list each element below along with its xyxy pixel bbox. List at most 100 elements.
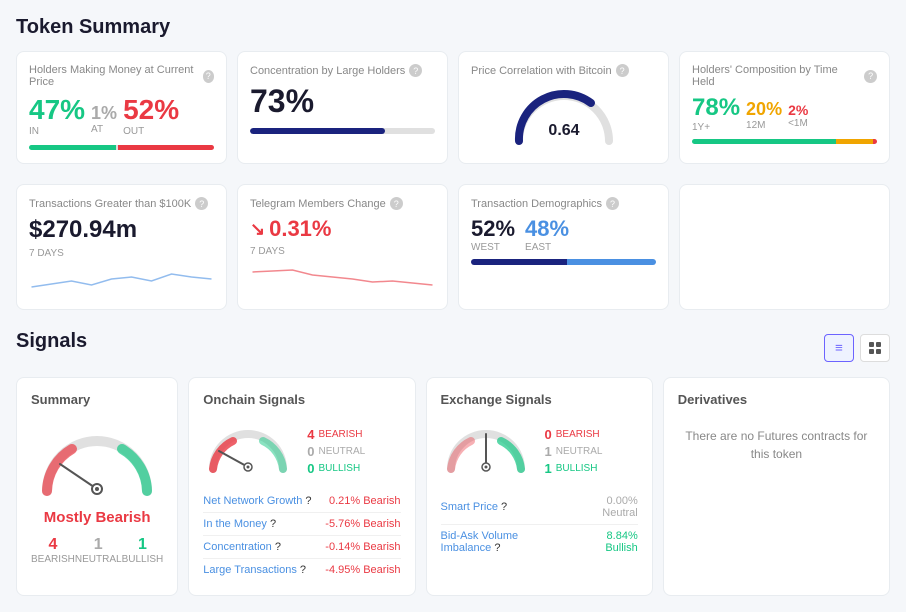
onchain-bullish-row: 0 BULLISH — [307, 461, 365, 476]
telegram-title: Telegram Members Change ? — [250, 197, 435, 210]
demo-west-pct: 52% — [471, 216, 515, 241]
holders-money-help-icon[interactable]: ? — [203, 70, 214, 83]
holders-out-pct: 52% — [123, 94, 179, 125]
exchange-table-row: Smart Price ? 0.00% Neutral — [441, 490, 638, 525]
summary-neutral-count: 1 NEUTRAL — [75, 536, 122, 565]
correlation-card: Price Correlation with Bitcoin ? 0.64 — [458, 51, 669, 164]
concentration-fill — [250, 128, 385, 134]
exchange-gauge-row: 0 BEARISH 1 NEUTRAL 1 BULLISH — [441, 419, 638, 476]
demographics-help-icon[interactable]: ? — [606, 197, 619, 210]
concentration-bar — [250, 128, 435, 134]
holders-at-block: 1% AT — [91, 103, 117, 135]
comp-12m-block: 20% 12M — [746, 99, 782, 131]
signals-controls: ≡ — [824, 334, 890, 362]
summary-bearish-count: 4 BEARISH — [31, 536, 75, 565]
list-view-button[interactable]: ≡ — [824, 334, 854, 362]
transactions-chart — [29, 259, 214, 294]
list-view-icon: ≡ — [835, 340, 843, 355]
demo-east-pct: 48% — [525, 216, 569, 241]
exchange-gauge-svg — [441, 419, 531, 474]
holders-in-pct: 47% — [29, 94, 85, 125]
demo-bar-west — [471, 259, 567, 265]
demo-west-label: WEST — [471, 242, 515, 253]
onchain-signal-title: Onchain Signals — [203, 392, 400, 407]
composition-help-icon[interactable]: ? — [864, 70, 877, 83]
demographics-bar — [471, 259, 656, 265]
token-summary-top-grid: Holders Making Money at Current Price ? … — [16, 51, 890, 164]
composition-bar — [692, 139, 877, 144]
correlation-help-icon[interactable]: ? — [616, 64, 629, 77]
onchain-table-row: Net Network Growth ? 0.21% Bearish — [203, 490, 400, 513]
comp-12m-pct: 20% — [746, 99, 782, 119]
summary-counts: 4 BEARISH 1 NEUTRAL 1 BULLISH — [31, 536, 163, 565]
grid-view-button[interactable] — [860, 334, 890, 362]
onchain-neutral-row: 0 NEUTRAL — [307, 444, 365, 459]
telegram-chart — [250, 257, 435, 292]
exchange-neutral-row: 1 NEUTRAL — [545, 444, 603, 459]
concentration-title: Concentration by Large Holders ? — [250, 64, 435, 77]
holders-at-label: AT — [91, 124, 117, 135]
correlation-gauge: 0.64 — [471, 83, 656, 151]
summary-sentiment-label: Mostly Bearish — [31, 509, 163, 526]
no-contracts-text: There are no Futures contracts for this … — [678, 427, 875, 463]
holders-in-block: 47% IN — [29, 94, 85, 137]
svg-text:0.64: 0.64 — [548, 122, 579, 139]
summary-signal-title: Summary — [31, 392, 163, 407]
signal-value-cell: 8.84% Bullish — [572, 525, 638, 560]
composition-title: Holders' Composition by Time Held ? — [692, 64, 877, 88]
grid-view-icon — [868, 341, 882, 355]
signal-name-cell[interactable]: Concentration ? — [203, 536, 319, 559]
concentration-card: Concentration by Large Holders ? 73% — [237, 51, 448, 164]
holders-bar — [29, 145, 214, 150]
signal-name-cell[interactable]: Net Network Growth ? — [203, 490, 319, 513]
exchange-bearish-row: 0 BEARISH — [545, 427, 603, 442]
telegram-card: Telegram Members Change ? ↘ 0.31% 7 DAYS — [237, 184, 448, 310]
token-summary-bottom-grid: Transactions Greater than $100K ? $270.9… — [16, 184, 890, 310]
demo-east-label: EAST — [525, 242, 569, 253]
comp-1m-block: 2% <1M — [788, 102, 808, 129]
demo-bar-east — [567, 259, 656, 265]
derivatives-card: Derivatives There are no Futures contrac… — [663, 377, 890, 596]
demo-west-block: 52% WEST — [471, 216, 515, 253]
exchange-table: Smart Price ? 0.00% Neutral Bid-Ask Volu… — [441, 490, 638, 559]
comp-bar-red — [873, 139, 877, 144]
holders-bar-green — [29, 145, 116, 150]
composition-card: Holders' Composition by Time Held ? 78% … — [679, 51, 890, 164]
onchain-counts: 4 BEARISH 0 NEUTRAL 0 BULLISH — [307, 427, 365, 476]
comp-bar-orange — [836, 139, 873, 144]
holders-money-title: Holders Making Money at Current Price ? — [29, 64, 214, 88]
signal-value-cell: -5.76% Bearish — [320, 513, 401, 536]
holders-in-label: IN — [29, 126, 85, 137]
concentration-value: 73% — [250, 83, 435, 120]
summary-signal-card: Summary — [16, 377, 178, 596]
exchange-table-row: Bid-Ask Volume Imbalance ? 8.84% Bullish — [441, 525, 638, 560]
onchain-bearish-row: 4 BEARISH — [307, 427, 365, 442]
transactions-title: Transactions Greater than $100K ? — [29, 197, 214, 210]
signal-value-cell: 0.21% Bearish — [320, 490, 401, 513]
concentration-help-icon[interactable]: ? — [409, 64, 422, 77]
transactions-value: $270.94m — [29, 216, 214, 244]
onchain-table-row: Concentration ? -0.14% Bearish — [203, 536, 400, 559]
transactions-help-icon[interactable]: ? — [195, 197, 208, 210]
demo-east-block: 48% EAST — [525, 216, 569, 253]
comp-1m-pct: 2% — [788, 102, 808, 118]
comp-1y-pct: 78% — [692, 94, 740, 121]
demographics-title: Transaction Demographics ? — [471, 197, 656, 210]
holders-values: 47% IN 1% AT 52% OUT — [29, 94, 214, 137]
demographics-card: Transaction Demographics ? 52% WEST 48% … — [458, 184, 669, 310]
comp-bar-green — [692, 139, 836, 144]
onchain-table-row: Large Transactions ? -4.95% Bearish — [203, 559, 400, 582]
signal-name-cell[interactable]: Bid-Ask Volume Imbalance ? — [441, 525, 572, 560]
signal-value-cell: 0.00% Neutral — [572, 490, 638, 525]
onchain-gauge-row: 4 BEARISH 0 NEUTRAL 0 BULLISH — [203, 419, 400, 476]
telegram-help-icon[interactable]: ? — [390, 197, 403, 210]
signal-name-cell[interactable]: Large Transactions ? — [203, 559, 319, 582]
exchange-bullish-row: 1 BULLISH — [545, 461, 603, 476]
exchange-signal-title: Exchange Signals — [441, 392, 638, 407]
holders-bar-red — [118, 145, 214, 150]
holders-out-label: OUT — [123, 126, 179, 137]
signal-name-cell[interactable]: In the Money ? — [203, 513, 319, 536]
token-summary-section: Token Summary Holders Making Money at Cu… — [16, 16, 890, 310]
demographics-values: 52% WEST 48% EAST — [471, 216, 656, 253]
signal-name-cell[interactable]: Smart Price ? — [441, 490, 572, 525]
